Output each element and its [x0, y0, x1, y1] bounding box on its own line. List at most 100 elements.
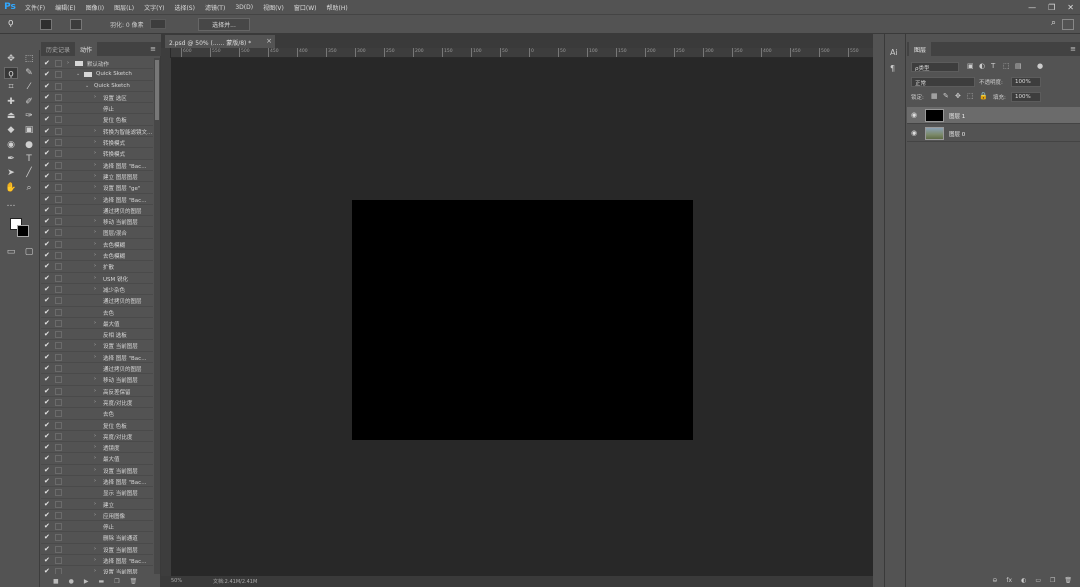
close-window-button[interactable]: ✕: [1067, 3, 1074, 12]
expand-icon[interactable]: ›: [94, 444, 96, 450]
dialog-toggle[interactable]: [55, 568, 62, 574]
filter-pixel-icon[interactable]: ▣: [967, 62, 974, 70]
expand-icon[interactable]: ›: [94, 286, 96, 292]
expand-icon[interactable]: ›: [94, 162, 96, 168]
dialog-toggle[interactable]: [55, 229, 62, 237]
lasso-preset-icon[interactable]: ϙ: [8, 18, 14, 28]
action-enabled-check-icon[interactable]: ✔: [44, 295, 50, 305]
expand-icon[interactable]: ›: [94, 252, 96, 258]
action-row[interactable]: ✔ › 选择 图层 "Bac...: [41, 555, 153, 567]
layers-menu-icon[interactable]: ≡: [1070, 45, 1076, 53]
action-enabled-check-icon[interactable]: ✔: [44, 487, 50, 497]
action-row[interactable]: ✔ 停止: [41, 521, 153, 533]
expand-icon[interactable]: ›: [94, 218, 96, 224]
action-enabled-check-icon[interactable]: ✔: [44, 148, 50, 158]
action-enabled-check-icon[interactable]: ✔: [44, 352, 50, 362]
dialog-toggle[interactable]: [55, 331, 62, 339]
tab-layers[interactable]: 图层: [909, 42, 932, 57]
move-tool-icon[interactable]: ✥: [4, 53, 18, 65]
action-row[interactable]: ✔ › 图层/混合: [41, 227, 153, 239]
action-enabled-check-icon[interactable]: ✔: [44, 239, 50, 249]
expand-icon[interactable]: ›: [94, 512, 96, 518]
dialog-toggle[interactable]: [55, 105, 62, 113]
expand-icon[interactable]: ›: [94, 173, 96, 179]
action-enabled-check-icon[interactable]: ✔: [44, 499, 50, 509]
layer-filter-select[interactable]: ρ类型: [911, 62, 959, 72]
filter-toggle-icon[interactable]: ●: [1037, 62, 1043, 70]
zoom-level[interactable]: 50%: [171, 578, 182, 584]
action-enabled-check-icon[interactable]: ✔: [44, 374, 50, 384]
new-group-icon[interactable]: ▭: [1035, 577, 1041, 584]
dialog-toggle[interactable]: [55, 489, 62, 497]
new-set-icon[interactable]: ▬: [99, 578, 105, 585]
layer-name[interactable]: 图层 0: [949, 130, 965, 138]
workspace-icon[interactable]: [1062, 19, 1074, 30]
dialog-toggle[interactable]: [55, 297, 62, 305]
record-icon[interactable]: ●: [69, 578, 74, 585]
expand-icon[interactable]: ›: [94, 501, 96, 507]
action-enabled-check-icon[interactable]: ✔: [44, 318, 50, 328]
feather-input[interactable]: [150, 19, 166, 29]
paragraph-icon[interactable]: ¶: [890, 64, 895, 73]
play-icon[interactable]: ▶: [84, 578, 89, 585]
dialog-toggle[interactable]: [55, 161, 62, 169]
action-enabled-check-icon[interactable]: ✔: [44, 521, 50, 531]
expand-icon[interactable]: ⌄: [85, 83, 89, 89]
action-row[interactable]: ✔ › 选择 图层 "Bac...: [41, 194, 153, 205]
lock-position-icon[interactable]: ✥: [955, 92, 961, 100]
action-enabled-check-icon[interactable]: ✔: [44, 137, 50, 147]
action-enabled-check-icon[interactable]: ✔: [44, 329, 50, 339]
dialog-toggle[interactable]: [55, 444, 62, 452]
filter-adjust-icon[interactable]: ◐: [979, 62, 985, 70]
lock-pixels-icon[interactable]: ✎: [943, 92, 949, 100]
dialog-toggle[interactable]: [55, 308, 62, 316]
dialog-toggle[interactable]: [55, 398, 62, 406]
hand-tool-icon[interactable]: ✋: [4, 182, 18, 194]
filter-smart-icon[interactable]: ▤: [1015, 62, 1022, 70]
action-enabled-check-icon[interactable]: ✔: [44, 465, 50, 475]
expand-icon[interactable]: ›: [94, 478, 96, 484]
line-tool-icon[interactable]: ╱: [22, 167, 36, 179]
dialog-toggle[interactable]: [55, 387, 62, 395]
action-row[interactable]: ✔ › 透镜度: [41, 442, 153, 454]
action-row[interactable]: ✔ › 去色模糊: [41, 239, 153, 251]
expand-icon[interactable]: ›: [94, 342, 96, 348]
delete-layer-icon[interactable]: 🗑: [1064, 577, 1072, 584]
action-enabled-check-icon[interactable]: ✔: [44, 194, 50, 204]
tab-history[interactable]: 历史记录: [41, 42, 75, 56]
action-row[interactable]: ✔ › 设置 选区: [41, 92, 153, 104]
dialog-toggle[interactable]: [55, 353, 62, 361]
action-row[interactable]: ✔ › 应用图像: [41, 510, 153, 522]
action-enabled-check-icon[interactable]: ✔: [44, 92, 50, 102]
add-to-selection-button[interactable]: [70, 19, 82, 30]
action-enabled-check-icon[interactable]: ✔: [44, 58, 50, 68]
action-row[interactable]: ✔ 显示 当前图层: [41, 487, 153, 499]
action-enabled-check-icon[interactable]: ✔: [44, 408, 50, 418]
expand-icon[interactable]: ›: [94, 229, 96, 235]
action-enabled-check-icon[interactable]: ✔: [44, 442, 50, 452]
action-enabled-check-icon[interactable]: ✔: [44, 397, 50, 407]
action-enabled-check-icon[interactable]: ✔: [44, 171, 50, 181]
action-enabled-check-icon[interactable]: ✔: [44, 510, 50, 520]
expand-icon[interactable]: ›: [94, 433, 96, 439]
layer-row[interactable]: ◉ 图层 0: [907, 125, 1080, 142]
action-row[interactable]: ✔ › USM 锐化: [41, 273, 153, 284]
dialog-toggle[interactable]: [55, 82, 62, 90]
expand-icon[interactable]: ›: [94, 546, 96, 552]
background-color-swatch[interactable]: [17, 225, 29, 237]
action-row[interactable]: ✔ › 高反差保留: [41, 386, 153, 397]
dialog-toggle[interactable]: [55, 432, 62, 440]
action-enabled-check-icon[interactable]: ✔: [44, 69, 50, 79]
dialog-toggle[interactable]: [55, 150, 62, 158]
layer-mask-icon[interactable]: ◐: [1021, 577, 1026, 584]
dialog-toggle[interactable]: [55, 534, 62, 542]
brush-tool-icon[interactable]: ✐: [22, 96, 36, 108]
action-row[interactable]: ✔ › 亮度/对比度: [41, 431, 153, 443]
filter-type-icon[interactable]: T: [991, 62, 995, 70]
scrollbar-thumb[interactable]: [155, 60, 159, 120]
lock-artboard-icon[interactable]: ⬚: [967, 92, 974, 100]
action-enabled-check-icon[interactable]: ✔: [44, 103, 50, 113]
menu-filter[interactable]: 滤镜(T): [200, 3, 230, 12]
action-row[interactable]: ✔ › 建立 图层图层: [41, 171, 153, 183]
visibility-eye-icon[interactable]: ◉: [911, 111, 917, 119]
